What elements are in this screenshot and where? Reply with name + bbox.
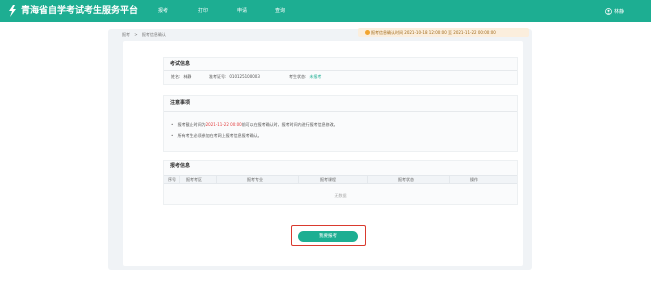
column-header: 报考考区 — [186, 177, 202, 182]
deadline-text: 2021-11-22 00:00 — [205, 122, 242, 127]
exam-info-section: 考试信息 姓名: 林静 准考证号: 010125100003 考生状态: 未报考 — [163, 57, 518, 85]
confirm-registration-button[interactable]: 我要报考 — [298, 231, 358, 242]
name-value: 林静 — [183, 74, 192, 79]
status-field: 考生状态: 未报考 — [289, 74, 321, 80]
top-header: 青海省自学考试考生服务平台 报考 打印 申请 查询 林静 — [0, 0, 651, 22]
user-menu[interactable]: 林静 — [605, 6, 624, 16]
column-header: 报考专业 — [247, 177, 263, 182]
name-label: 姓名: — [171, 74, 181, 79]
user-name: 林静 — [614, 8, 625, 15]
column-divider — [216, 176, 217, 184]
column-divider — [367, 176, 368, 184]
ticket-label: 准考证号: — [209, 74, 227, 79]
nav-item-register[interactable]: 报考 — [158, 7, 168, 15]
breadcrumb-parent[interactable]: 报考 — [122, 32, 130, 37]
table-header: 序号 报考考区 报考专业 报考课程 报考状态 操作 — [164, 175, 517, 184]
notes-section: 注意事项 报考截止时间为2021-11-22 00:00前可以在报考确认时，报考… — [163, 95, 518, 152]
nav-item-query[interactable]: 查询 — [275, 7, 285, 15]
breadcrumb-separator: > — [134, 32, 138, 37]
note-text: 前可以在报考确认时，报考时间内进行报考信息修改。 — [241, 122, 338, 127]
ticket-field: 准考证号: 010125100003 — [209, 74, 260, 80]
notes-title: 注意事项 — [170, 100, 191, 106]
column-header: 操作 — [470, 177, 478, 182]
note-text: 所有考生必须参加在考网上报考信息报考确认。 — [177, 133, 262, 138]
note-item: 报考截止时间为2021-11-22 00:00前可以在报考确认时，报考时间内进行… — [171, 122, 338, 128]
status-label: 考生状态: — [289, 74, 307, 79]
nav-item-apply[interactable]: 申请 — [237, 7, 247, 15]
name-field: 姓名: 林静 — [171, 74, 191, 80]
nav-item-print[interactable]: 打印 — [198, 7, 208, 15]
breadcrumb: 报考 > 报考信息确认 — [122, 32, 166, 38]
user-icon — [605, 7, 612, 15]
ticket-value: 010125100003 — [229, 74, 260, 79]
column-divider — [449, 176, 450, 184]
section-divider — [164, 111, 517, 112]
platform-logo-icon — [9, 5, 16, 17]
platform-title: 青海省自学考试考生服务平台 — [21, 6, 139, 16]
empty-table-text: 无数据 — [334, 193, 347, 198]
column-divider — [179, 176, 180, 184]
exam-info-title: 考试信息 — [170, 61, 191, 67]
column-header: 报考状态 — [398, 177, 414, 182]
registration-time-notice: 报考信息确认时间 2021-10-18 12:00:00 至 2021-11-2… — [358, 28, 529, 37]
section-divider — [164, 70, 517, 71]
registration-title: 报考信息 — [170, 163, 191, 169]
status-value: 未报考 — [309, 74, 322, 79]
note-text: 报考截止时间为 — [177, 122, 206, 127]
column-divider — [298, 176, 299, 184]
note-item: 所有考生必须参加在考网上报考信息报考确认。 — [171, 133, 262, 139]
column-header: 序号 — [168, 177, 176, 182]
info-icon — [365, 30, 370, 35]
registration-section: 报考信息 序号 报考考区 报考专业 报考课程 报考状态 操作 无数据 — [163, 160, 518, 205]
column-header: 报考课程 — [320, 177, 336, 182]
breadcrumb-current: 报考信息确认 — [141, 32, 166, 37]
